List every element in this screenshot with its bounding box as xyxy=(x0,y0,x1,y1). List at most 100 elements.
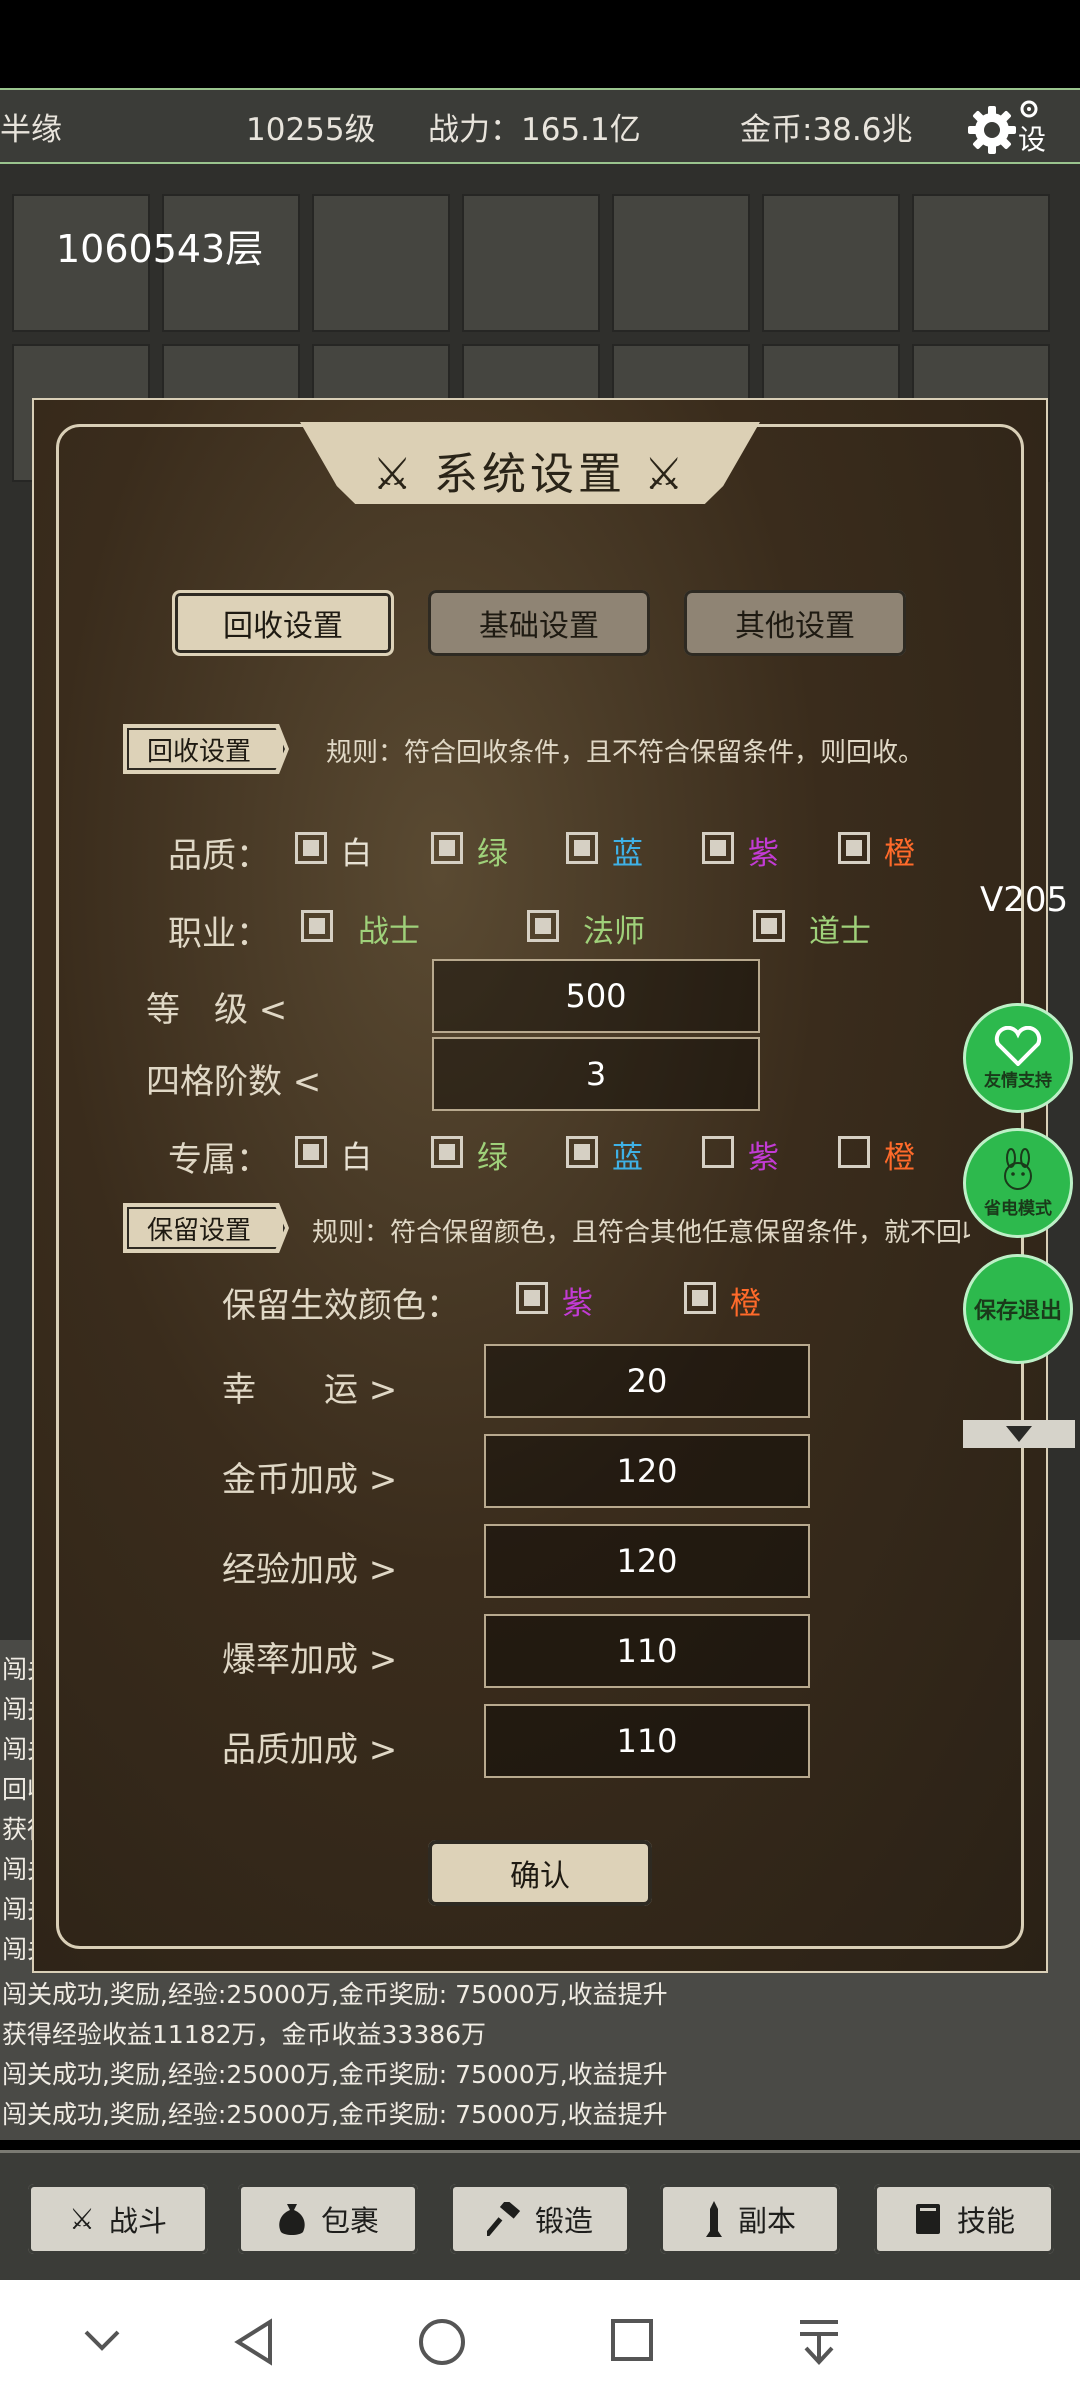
exclusive-blue-checkbox[interactable] xyxy=(566,1136,598,1168)
job-mage-checkbox[interactable] xyxy=(527,910,559,942)
heart-icon xyxy=(994,1025,1042,1066)
log-line: 闯关成功,奖励,经验:25000万,金币奖励: 75000万,收益提升 xyxy=(2,2060,668,2089)
triangle-down-icon xyxy=(1006,1426,1032,1442)
exclusive-blue-label: 蓝 xyxy=(612,1140,643,1176)
save-exit-label: 保存退出 xyxy=(973,1299,1062,1324)
confirm-button[interactable]: 确认 xyxy=(428,1840,652,1906)
recents-icon[interactable] xyxy=(610,2318,654,2362)
nav-bag-label: 包裹 xyxy=(320,2204,379,2238)
quality-bonus-label: 品质加成 > xyxy=(222,1730,398,1770)
save-exit-button[interactable]: 保存退出 xyxy=(963,1254,1073,1364)
player-name: 半缘 xyxy=(0,112,62,148)
quality-green-checkbox[interactable] xyxy=(431,832,463,864)
exclusive-purple-checkbox[interactable] xyxy=(702,1136,734,1168)
tier-input[interactable]: 3 xyxy=(432,1037,760,1111)
book-icon xyxy=(915,2204,940,2234)
gold-amount: 金币:38.6兆 xyxy=(740,112,913,148)
quality-green-label: 绿 xyxy=(477,836,508,872)
hammer-icon xyxy=(486,2202,521,2236)
exp-bonus-input[interactable]: 120 xyxy=(484,1524,810,1598)
keep-purple-label: 紫 xyxy=(562,1286,593,1322)
nav-dungeon[interactable]: 副本 xyxy=(660,2184,840,2254)
quality-purple-checkbox[interactable] xyxy=(702,832,734,864)
notification-pull-icon[interactable] xyxy=(796,2318,842,2366)
quality-label: 品质： xyxy=(168,836,270,876)
job-taoist-checkbox[interactable] xyxy=(753,910,785,942)
keep-orange-checkbox[interactable] xyxy=(684,1282,716,1314)
support-label: 友情支持 xyxy=(984,1070,1052,1091)
nav-dungeon-label: 副本 xyxy=(737,2204,796,2238)
keep-section-tag: 保留设置 xyxy=(123,1203,289,1253)
tab-recycle[interactable]: 回收设置 xyxy=(172,590,394,656)
exclusive-green-checkbox[interactable] xyxy=(431,1136,463,1168)
keep-purple-checkbox[interactable] xyxy=(516,1282,548,1314)
log-line: 获得经验收益11182万，金币收益33386万 xyxy=(2,2020,487,2049)
system-nav-bar xyxy=(0,2280,1080,2400)
nav-battle[interactable]: ⚔ 战斗 xyxy=(28,2184,208,2254)
dialog-title: 系统设置 xyxy=(434,449,626,500)
nav-forge[interactable]: 锻造 xyxy=(450,2184,630,2254)
tab-basic[interactable]: 基础设置 xyxy=(428,590,650,656)
luck-label: 幸 运 > xyxy=(222,1370,398,1410)
tab-other[interactable]: 其他设置 xyxy=(684,590,906,656)
keep-color-label: 保留生效颜色： xyxy=(222,1286,460,1326)
nav-battle-label: 战斗 xyxy=(108,2204,167,2238)
crossed-swords-icon: ⚔ xyxy=(68,2202,95,2236)
level-input[interactable]: 500 xyxy=(432,959,760,1033)
exclusive-white-checkbox[interactable] xyxy=(295,1136,327,1168)
exp-bonus-label: 经验加成 > xyxy=(222,1550,398,1590)
quality-bonus-input[interactable]: 110 xyxy=(484,1704,810,1778)
floor-label: 1060543层 xyxy=(56,227,264,271)
log-line: 闯关成功,奖励,经验:25000万,金币奖励: 75000万,收益提升 xyxy=(2,1980,668,2009)
quality-orange-label: 橙 xyxy=(884,836,915,872)
job-label: 职业： xyxy=(168,914,270,954)
quality-purple-label: 紫 xyxy=(748,836,779,872)
nav-bag[interactable]: 包裹 xyxy=(238,2184,418,2254)
gold-bonus-input[interactable]: 120 xyxy=(484,1434,810,1508)
keep-orange-label: 橙 xyxy=(730,1286,761,1322)
tier-label: 四格阶数 < xyxy=(146,1062,322,1102)
exclusive-orange-checkbox[interactable] xyxy=(838,1136,870,1168)
exclusive-green-label: 绿 xyxy=(477,1140,508,1176)
keep-rule: 规则：符合保留颜色，且符合其他任意保留条件，就不回收 xyxy=(312,1218,970,1248)
job-taoist-label: 道士 xyxy=(809,914,871,950)
rabbit-icon xyxy=(1004,1147,1032,1190)
recycle-rule: 规则：符合回收条件，且不符合保留条件，则回收。 xyxy=(326,738,925,768)
dialog-title-wrap: ⚔ 系统设置 ⚔ xyxy=(300,438,760,502)
combat-power: 战力：165.1亿 xyxy=(428,112,641,148)
nav-skill[interactable]: 技能 xyxy=(874,2184,1054,2254)
quality-blue-checkbox[interactable] xyxy=(566,832,598,864)
bag-icon xyxy=(279,2204,305,2235)
quality-blue-label: 蓝 xyxy=(612,836,643,872)
log-line: 闯关成功,奖励,经验:25000万,金币奖励: 75000万,收益提升 xyxy=(2,2100,668,2129)
chevron-down-icon[interactable] xyxy=(80,2318,124,2362)
home-icon[interactable] xyxy=(418,2318,466,2366)
nav-skill-label: 技能 xyxy=(956,2204,1015,2238)
recycle-section-tag: 回收设置 xyxy=(123,724,289,774)
back-icon[interactable] xyxy=(232,2318,276,2366)
tower-icon xyxy=(705,2201,722,2237)
exclusive-label: 专属： xyxy=(168,1140,270,1180)
quality-white-checkbox[interactable] xyxy=(295,832,327,864)
drop-bonus-input[interactable]: 110 xyxy=(484,1614,810,1688)
settings-button[interactable]: 设置 xyxy=(962,98,1072,196)
job-warrior-checkbox[interactable] xyxy=(301,910,333,942)
small-gear-icon xyxy=(1020,100,1038,118)
gold-bonus-label: 金币加成 > xyxy=(222,1460,398,1500)
level-label: 等 级 < xyxy=(146,990,288,1030)
power-save-label: 省电模式 xyxy=(984,1198,1052,1219)
version-label: V205 xyxy=(980,880,1069,920)
player-level: 10255级 xyxy=(246,112,376,148)
job-mage-label: 法师 xyxy=(583,914,645,950)
support-button[interactable]: 友情支持 xyxy=(963,1003,1073,1113)
power-save-button[interactable]: 省电模式 xyxy=(963,1128,1073,1238)
exclusive-purple-label: 紫 xyxy=(748,1140,779,1176)
collapse-arrow-button[interactable] xyxy=(963,1420,1075,1448)
nav-forge-label: 锻造 xyxy=(534,2204,593,2238)
drop-bonus-label: 爆率加成 > xyxy=(222,1640,398,1680)
job-warrior-label: 战士 xyxy=(358,914,420,950)
exclusive-orange-label: 橙 xyxy=(884,1140,915,1176)
top-bar: 半缘 10255级 战力：165.1亿 金币:38.6兆 设置 xyxy=(0,88,1080,196)
luck-input[interactable]: 20 xyxy=(484,1344,810,1418)
quality-orange-checkbox[interactable] xyxy=(838,832,870,864)
